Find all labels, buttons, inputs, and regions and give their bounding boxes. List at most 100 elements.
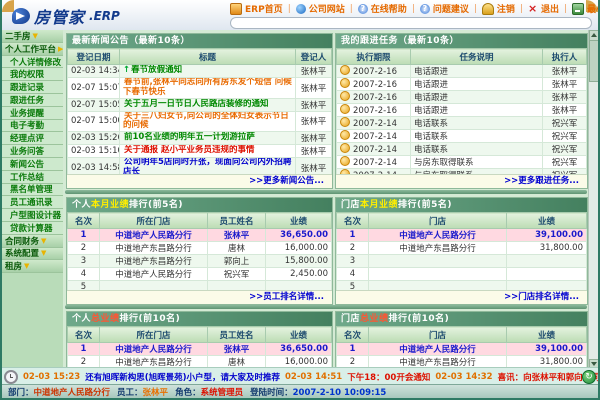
news-date: 02-03 15:26 — [68, 132, 120, 145]
sidebar: 二手房 ▼ 个人工作平台 ▶ 个人详情修改 我的权限 跟进记录 — [2, 30, 64, 370]
task-row[interactable]: 2007-2-14 与房东取得联系 祝兴军 — [337, 156, 587, 169]
rank-cell: 3 — [68, 255, 100, 268]
sidebar-item[interactable]: 户型图设计器 — [2, 209, 63, 222]
sidebar-item[interactable]: 新闻公告 — [2, 158, 63, 171]
rank-row[interactable]: 4 — [337, 268, 587, 281]
sidebar-item[interactable]: 系统配置 ▼ — [2, 248, 63, 261]
rank-row[interactable]: 1 中道地产人民路分行 张林平 36,650.00 — [68, 343, 332, 356]
rank-row[interactable]: 1 中道地产人民路分行 39,100.00 — [337, 343, 587, 356]
panel-title-tasks: 我的跟进任务（最新10条） — [336, 34, 587, 48]
sidebar-item[interactable]: 我的权限 — [2, 68, 63, 81]
rank-cell: 3 — [337, 255, 369, 268]
panel-title-store-total: 门店总业绩排行(前10名) — [336, 312, 587, 326]
news-row[interactable]: 02-03 15:10 关于通报 赵小平业务员违规的事情 张林平 — [68, 145, 332, 158]
news-row[interactable]: 02-07 15:00 关于三八妇女节,向公司的全体妇女表示节日的问候 张林平 — [68, 111, 332, 132]
task-desc: 电话联系 — [411, 143, 543, 156]
ticker-time: 02-03 14:32 — [435, 372, 492, 382]
rank-row[interactable]: 3 — [337, 255, 587, 268]
task-row[interactable]: 2007-2-14 电话联系 祝兴军 — [337, 130, 587, 143]
task-row[interactable]: 2007-2-14 电话联系 祝兴军 — [337, 117, 587, 130]
news-row[interactable]: 02-07 15:07 春节前,张林平同志向所有房东发个短信 问候下春节快乐 张… — [68, 78, 332, 99]
sidebar-item[interactable]: 黑名单管理 — [2, 184, 63, 197]
name-cell: 张林平 — [208, 343, 266, 356]
tasks-header-row: 执行期限 任务说明 执行人 — [337, 49, 587, 65]
rank-row[interactable]: 1 中道地产人民路分行 张林平 36,650.00 — [68, 229, 332, 242]
ticker-message: 还有旭晖新构思(旭晖景苑)小户型，请大家及时推荐 — [85, 371, 280, 383]
store-rank-detail-link[interactable]: >>门店排名详情... — [336, 290, 587, 304]
sidebar-item[interactable]: 二手房 ▼ — [2, 30, 63, 43]
sidebar-item[interactable]: 跟进记录 — [2, 81, 63, 94]
sidebar-item[interactable]: 员工通讯录 — [2, 196, 63, 209]
value-cell — [507, 255, 587, 268]
refresh-icon[interactable]: ↻ — [582, 370, 596, 384]
rank-row[interactable]: 3 中道地产东昌路分行 郭向上 15,800.00 — [68, 255, 332, 268]
sidebar-item[interactable]: 个人详情修改 — [2, 56, 63, 69]
clock-badge-icon — [340, 143, 350, 153]
sidebar-item[interactable]: 经理点评 — [2, 132, 63, 145]
news-date: 02-03 15:10 — [68, 145, 120, 158]
rank-row[interactable]: 2 中道地产东昌路分行 31,800.00 — [337, 242, 587, 255]
sidebar-item[interactable]: 跟进任务 — [2, 94, 63, 107]
rank-cell: 1 — [68, 343, 100, 356]
value-cell: 36,650.00 — [266, 343, 332, 356]
name-cell: 张林平 — [208, 229, 266, 242]
nav-feedback[interactable]: 问题建议 — [420, 2, 469, 15]
rank-row[interactable]: 1 中道地产人民路分行 39,100.00 — [337, 229, 587, 242]
value-cell: 16,000.00 — [266, 242, 332, 255]
nav-minimize[interactable]: 最小化 — [572, 2, 598, 15]
news-date: 02-07 15:07 — [68, 78, 120, 99]
nav-exit[interactable]: 退出 — [528, 2, 559, 15]
clock-badge-icon — [340, 65, 350, 75]
store-cell: 中道地产人民路分行 — [100, 229, 208, 242]
role-value: 系统管理员 — [201, 388, 244, 398]
nav-separator: | — [564, 4, 567, 14]
rank-header-row: 名次 所在门店 员工姓名 业绩 — [68, 327, 332, 343]
task-row[interactable]: 2007-2-14 电话联系 祝兴军 — [337, 143, 587, 156]
suggest-icon — [420, 4, 430, 14]
store-cell — [369, 268, 507, 281]
value-cell: 31,800.00 — [507, 242, 587, 255]
sidebar-item[interactable]: 业务提醒 — [2, 107, 63, 120]
news-date: 02-07 15:00 — [68, 111, 120, 132]
nav-separator: | — [350, 4, 353, 14]
nav-erp-home[interactable]: ERP首页 — [230, 2, 283, 15]
news-person: 张林平 — [296, 98, 332, 111]
login-time-label: 登陆时间： — [250, 388, 293, 398]
status-bar: 部门：中道地产人民路分行 员工：张林平 角色：系统管理员 登陆时间：2007-2… — [2, 384, 598, 398]
value-cell: 39,100.00 — [507, 229, 587, 242]
news-title: 春节前,张林平同志向所有房东发个短信 问候下春节快乐 — [120, 78, 296, 99]
rank-row[interactable]: 4 中道地产人民路分行 祝兴军 2,450.00 — [68, 268, 332, 281]
store-cell: 中道地产人民路分行 — [369, 343, 507, 356]
task-row[interactable]: 2007-2-16 电话跟进 张林平 — [337, 78, 587, 91]
panel-title-news: 最新新闻公告（最新10条） — [67, 34, 332, 48]
nav-logoff[interactable]: 注销 — [482, 2, 515, 15]
news-row[interactable]: 02-03 15:26 前10名业绩的明年五一计划游拉萨 张林平 — [68, 132, 332, 145]
task-row[interactable]: 2007-2-16 电话跟进 张林平 — [337, 65, 587, 78]
news-row[interactable]: 02-03 14:34 ↑春节放假通知 张林平 — [68, 65, 332, 78]
sidebar-item[interactable]: 合同财务 ▼ — [2, 235, 63, 248]
news-row[interactable]: 02-07 15:05 关于五月一日节日人民路店装修的通知 张林平 — [68, 98, 332, 111]
nav-company-site[interactable]: 公司网站 — [296, 2, 345, 15]
employee-rank-detail-link[interactable]: >>员工排名详情... — [67, 290, 332, 304]
logo-sail-icon — [12, 8, 30, 24]
nav-separator: | — [474, 4, 477, 14]
nav-online-help[interactable]: 在线帮助 — [358, 2, 407, 15]
sidebar-item[interactable]: 贷款计算器 — [2, 222, 63, 235]
sidebar-item[interactable]: 个人工作平台 ▶ — [2, 43, 63, 56]
sidebar-item[interactable]: 业务问答 — [2, 145, 63, 158]
task-row[interactable]: 2007-2-16 电话跟进 张林平 — [337, 91, 587, 104]
scrollbar-thumb[interactable] — [589, 40, 598, 82]
more-news-link[interactable]: >>更多新闻公告... — [67, 174, 332, 188]
name-cell: 郭向上 — [208, 255, 266, 268]
more-tasks-link[interactable]: >>更多跟进任务... — [336, 174, 587, 188]
task-person: 祝兴军 — [543, 130, 587, 143]
sidebar-item[interactable]: 电子考勤 — [2, 120, 63, 133]
rank-row[interactable]: 2 中道地产东昌路分行 唐林 16,000.00 — [68, 242, 332, 255]
globe-icon — [296, 4, 306, 14]
sidebar-item[interactable]: 工作总结 — [2, 171, 63, 184]
vertical-scrollbar[interactable] — [588, 30, 598, 370]
task-row[interactable]: 2007-2-16 电话跟进 张林平 — [337, 104, 587, 117]
store-cell: 中道地产东昌路分行 — [369, 242, 507, 255]
task-desc: 电话跟进 — [411, 104, 543, 117]
sidebar-item[interactable]: 租房 ▼ — [2, 260, 63, 273]
